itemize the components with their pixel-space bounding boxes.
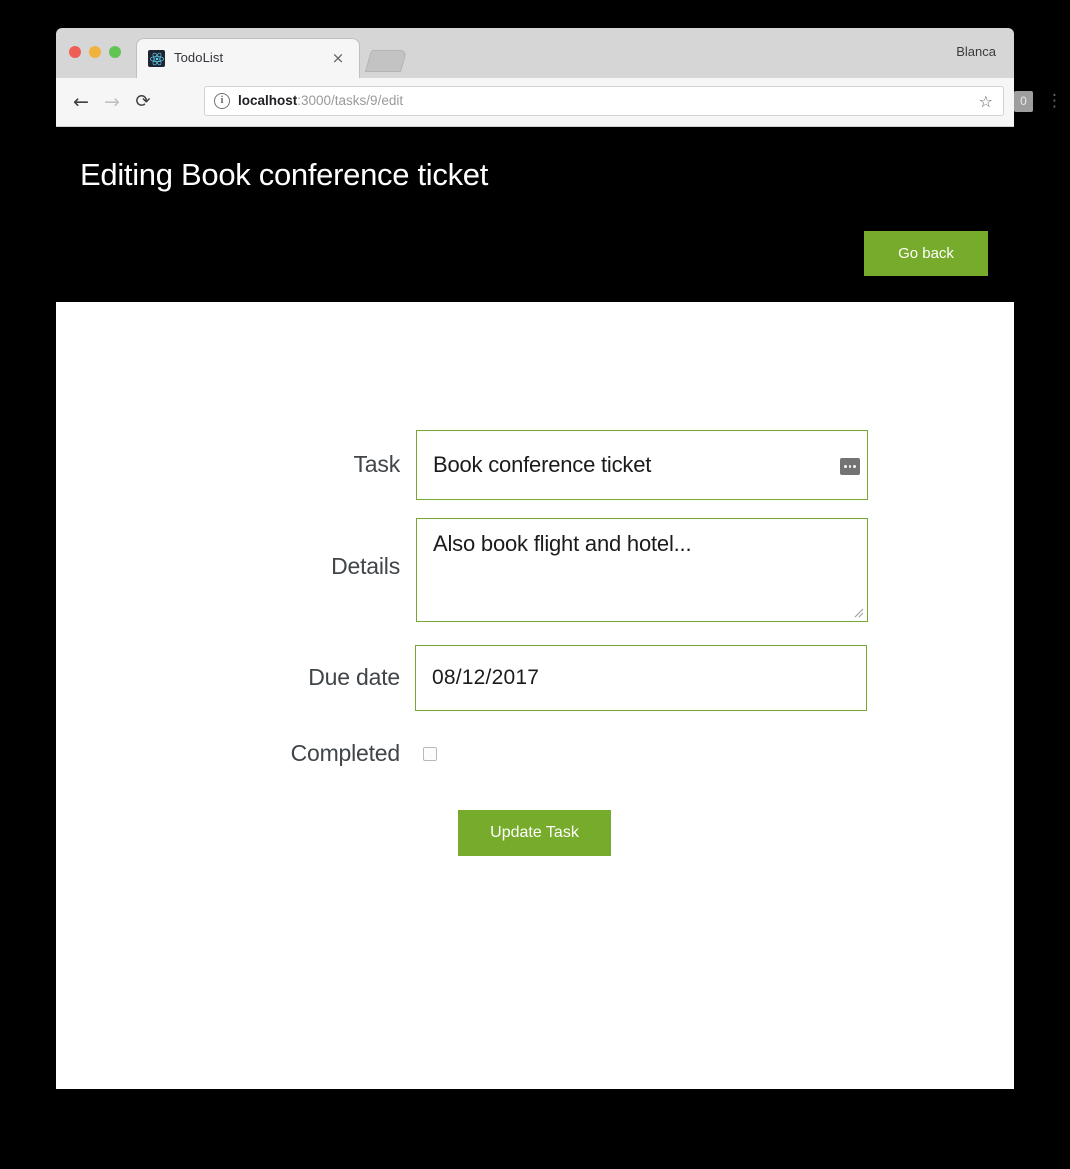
reload-icon[interactable]: ⟳ — [130, 89, 156, 115]
browser-window: TodoList × Blanca ← → ⟳ i localhost:3000… — [56, 28, 1063, 1089]
details-textarea[interactable]: Also book flight and hotel... — [416, 518, 868, 622]
back-arrow-icon[interactable]: ← — [68, 89, 94, 115]
address-bar-url: localhost:3000/tasks/9/edit — [238, 93, 403, 108]
bookmark-star-icon[interactable]: ☆ — [979, 92, 993, 111]
update-task-button[interactable]: Update Task — [458, 810, 611, 856]
page-viewport: Editing Book conference ticket Go back T… — [56, 127, 1014, 1089]
due-date-label: Due date — [308, 664, 400, 690]
due-date-input[interactable] — [415, 645, 867, 711]
page-title: Editing Book conference ticket — [80, 157, 489, 192]
content-card: Task Details Also book flight and hotel.… — [56, 302, 1014, 1089]
address-bar-host: localhost — [238, 93, 298, 108]
task-input[interactable] — [416, 430, 868, 500]
completed-label: Completed — [290, 740, 401, 766]
react-logo-icon — [148, 50, 165, 67]
browser-tab-todolist[interactable]: TodoList × — [137, 39, 359, 78]
browser-profile-name[interactable]: Blanca — [956, 44, 996, 59]
extension-icon[interactable]: 0 — [1014, 91, 1033, 112]
details-label: Details — [331, 553, 400, 579]
site-info-icon[interactable]: i — [214, 93, 230, 109]
maximize-window-icon[interactable] — [109, 46, 121, 58]
completed-checkbox[interactable] — [423, 747, 437, 761]
form-row-details: Details Also book flight and hotel... — [56, 518, 1014, 622]
browser-toolbar: ← → ⟳ i localhost:3000/tasks/9/edit ☆ 0 … — [56, 78, 1063, 127]
minimize-window-icon[interactable] — [89, 46, 101, 58]
tab-strip: TodoList × Blanca — [56, 28, 1014, 78]
forward-arrow-icon[interactable]: → — [99, 89, 125, 115]
page-header: Editing Book conference ticket — [56, 127, 1014, 225]
form-row-task: Task — [56, 430, 1014, 500]
tab-close-icon[interactable]: × — [331, 51, 345, 66]
go-back-button[interactable]: Go back — [864, 231, 988, 276]
autofill-more-icon[interactable] — [840, 458, 860, 475]
browser-menu-icon[interactable]: ⋮ — [1046, 90, 1063, 112]
browser-tab-title: TodoList — [174, 50, 224, 65]
form-row-due-date: Due date — [56, 645, 1014, 711]
new-tab-button[interactable] — [364, 50, 408, 72]
form-row-completed: Completed — [56, 736, 1014, 776]
window-traffic-lights — [69, 46, 121, 58]
address-bar-path: :3000/tasks/9/edit — [297, 93, 404, 108]
close-window-icon[interactable] — [69, 46, 81, 58]
address-bar[interactable]: i localhost:3000/tasks/9/edit ☆ — [204, 86, 1004, 116]
task-label: Task — [353, 451, 401, 477]
